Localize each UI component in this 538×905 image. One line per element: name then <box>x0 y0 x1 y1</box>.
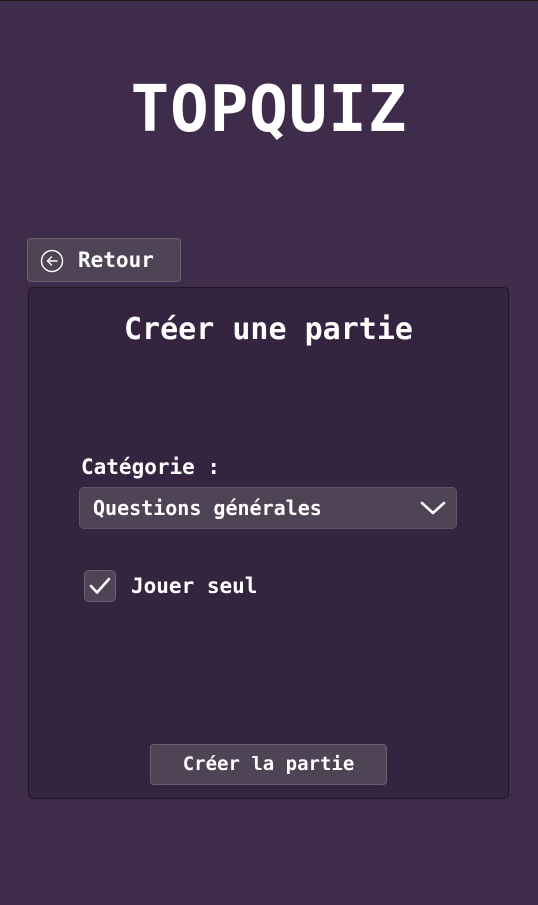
panel-title: Créer une partie <box>124 312 413 347</box>
check-icon <box>89 577 111 594</box>
solo-checkbox-label: Jouer seul <box>131 574 258 598</box>
window-top-border <box>0 0 538 1</box>
category-select[interactable]: Questions générales <box>79 487 457 529</box>
chevron-down-icon <box>420 501 446 515</box>
back-button[interactable]: Retour <box>27 238 181 282</box>
create-game-button[interactable]: Créer la partie <box>150 744 387 785</box>
back-button-label: Retour <box>78 248 154 272</box>
solo-checkbox[interactable] <box>84 570 116 602</box>
app-title: TOPQUIZ <box>130 73 408 147</box>
category-selected-value: Questions générales <box>93 496 322 520</box>
category-label: Catégorie : <box>81 455 221 479</box>
arrow-left-circle-icon <box>40 249 64 273</box>
create-game-panel: Créer une partie Catégorie : Questions g… <box>28 287 509 799</box>
